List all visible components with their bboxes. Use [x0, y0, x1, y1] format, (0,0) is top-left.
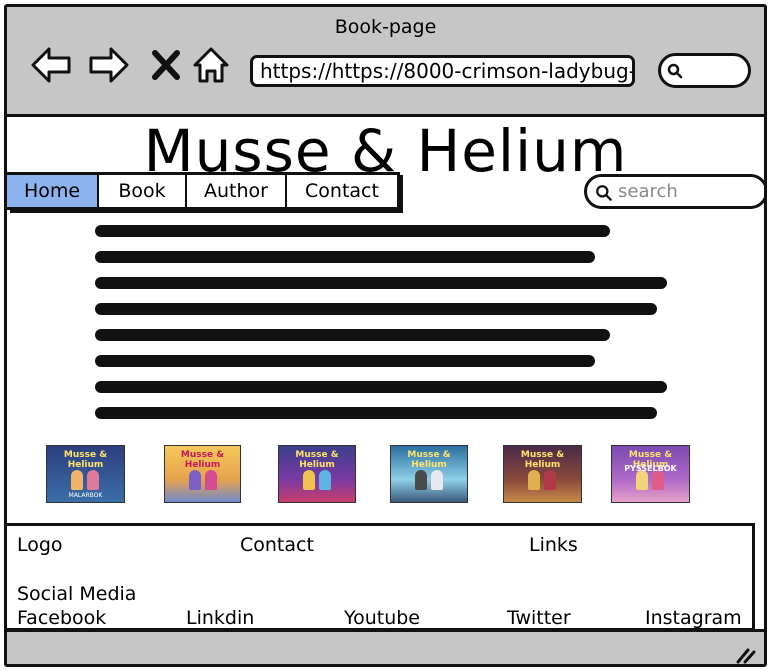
search-icon: [667, 63, 683, 79]
placeholder-text-line: [95, 407, 657, 419]
main-nav: Home Book Author Contact: [7, 172, 400, 210]
browser-search-field[interactable]: [658, 53, 751, 88]
footer-instagram-link[interactable]: Instagram: [645, 607, 742, 629]
site-footer: Logo Contact Links Social Media Facebook…: [7, 523, 755, 631]
footer-social-heading: Social Media: [17, 583, 137, 605]
site-search-input[interactable]: search: [584, 174, 764, 209]
placeholder-text-line: [95, 277, 667, 289]
url-text: https://https://8000-crimson-ladybug-g: [260, 59, 635, 83]
search-placeholder: search: [618, 181, 678, 202]
placeholder-text-block: [95, 225, 675, 433]
resize-grip-icon[interactable]: [734, 646, 756, 664]
book-cover-4[interactable]: Musse & Helium: [390, 445, 468, 503]
placeholder-text-line: [95, 251, 595, 263]
close-x-icon[interactable]: [145, 43, 189, 87]
address-bar[interactable]: https://https://8000-crimson-ladybug-g: [250, 55, 635, 87]
nav-item-book[interactable]: Book: [99, 175, 187, 207]
placeholder-text-line: [95, 303, 657, 315]
footer-facebook-link[interactable]: Facebook: [17, 607, 106, 629]
browser-window: Book-page https://https://8000-crimson-l…: [4, 4, 767, 667]
book-cover-2[interactable]: Musse & Helium: [164, 445, 241, 503]
footer-twitter-link[interactable]: Twitter: [507, 607, 571, 629]
footer-youtube-link[interactable]: Youtube: [344, 607, 420, 629]
placeholder-text-line: [95, 225, 610, 237]
browser-chrome: Book-page https://https://8000-crimson-l…: [7, 7, 764, 117]
footer-links-heading: Links: [529, 534, 578, 556]
book-cover-5[interactable]: Musse & Helium: [503, 445, 582, 503]
footer-logo: Logo: [17, 534, 63, 556]
window-title: Book-page: [334, 16, 437, 38]
footer-linkedin-link[interactable]: Linkdin: [186, 607, 254, 629]
nav-item-home[interactable]: Home: [7, 175, 99, 207]
search-icon: [596, 185, 612, 201]
browser-status-bar: [7, 629, 764, 664]
book-cover-malarbok[interactable]: Musse & Helium MALARBOK: [46, 445, 125, 503]
home-icon[interactable]: [189, 43, 233, 87]
back-arrow-icon[interactable]: [29, 43, 73, 87]
forward-arrow-icon[interactable]: [87, 43, 131, 87]
footer-contact-link[interactable]: Contact: [240, 534, 314, 556]
nav-item-contact[interactable]: Contact: [287, 175, 397, 207]
book-cover-row: Musse & Helium MALARBOK Musse & Helium M…: [7, 445, 764, 505]
book-cover-pysselbok[interactable]: Musse & Helium PYSSELBOK: [611, 445, 690, 503]
placeholder-text-line: [95, 355, 595, 367]
book-cover-3[interactable]: Musse & Helium: [278, 445, 356, 503]
nav-item-author[interactable]: Author: [187, 175, 287, 207]
placeholder-text-line: [95, 329, 610, 341]
placeholder-text-line: [95, 381, 667, 393]
